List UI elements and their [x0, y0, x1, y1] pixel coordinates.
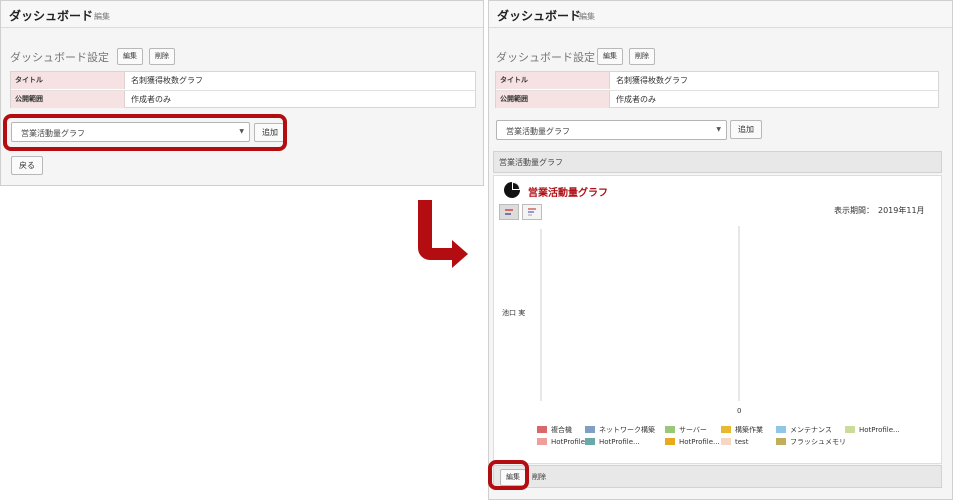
left-header-edit-label: 編集	[94, 12, 110, 21]
legend-swatch	[537, 438, 547, 445]
legend-swatch	[845, 426, 855, 433]
legend-swatch	[537, 426, 547, 433]
select-value: 営業活動量グラフ	[506, 127, 570, 136]
legend-swatch	[585, 438, 595, 445]
table-row: タイトル 名刺獲得枚数グラフ	[11, 72, 475, 89]
left-delete-button[interactable]: 削除	[149, 48, 175, 65]
legend-label: サーバー	[679, 426, 707, 434]
legend-swatch	[721, 426, 731, 433]
x-tick-label: 0	[737, 407, 741, 415]
chevron-down-icon: ▼	[716, 126, 721, 133]
left-panel-header: ダッシュボード 編集	[1, 1, 483, 28]
chart-area: 営業活動量グラフ 表示期間： 2019年11月 池口 実 0 複合機 ネットワーク構築…	[493, 175, 942, 464]
legend-swatch	[585, 426, 595, 433]
widget-footer: 編集 削除	[493, 465, 942, 488]
left-settings-table: タイトル 名刺獲得枚数グラフ 公開範囲 作成者のみ	[10, 71, 476, 108]
legend-swatch	[665, 426, 675, 433]
left-edit-button[interactable]: 編集	[117, 48, 143, 65]
legend-swatch	[721, 438, 731, 445]
left-section-title: ダッシュボード設定	[10, 51, 109, 64]
back-button[interactable]: 戻る	[11, 156, 43, 175]
category-label: 池口 実	[502, 308, 525, 317]
row-label: タイトル	[11, 72, 125, 89]
right-add-button[interactable]: 追加	[730, 120, 762, 139]
row-label: 公開範囲	[496, 91, 610, 108]
legend-label: test	[735, 438, 749, 446]
legend-swatch	[665, 438, 675, 445]
row-value: 作成者のみ	[131, 95, 171, 104]
table-row: タイトル 名刺獲得枚数グラフ	[496, 72, 938, 89]
widget-delete-button[interactable]: 削除	[526, 469, 552, 486]
right-header-edit-label: 編集	[579, 12, 595, 21]
legend-swatch	[776, 426, 786, 433]
right-section-title: ダッシュボード設定	[496, 51, 595, 64]
right-settings-table: タイトル 名刺獲得枚数グラフ 公開範囲 作成者のみ	[495, 71, 939, 108]
right-panel-header: ダッシュボード 編集	[489, 1, 952, 28]
row-label: 公開範囲	[11, 91, 125, 108]
legend-label: ネットワーク構築	[599, 425, 655, 434]
right-delete-button[interactable]: 削除	[629, 48, 655, 65]
legend-swatch	[776, 438, 786, 445]
legend-label: HotProfile...	[859, 426, 900, 434]
table-row: 公開範囲 作成者のみ	[11, 90, 475, 108]
right-edit-button[interactable]: 編集	[597, 48, 623, 65]
widget-card-header: 営業活動量グラフ	[493, 151, 942, 173]
bar-chart: 池口 実 0 複合機 ネットワーク構築 サーバー 構築作業 メンテナンス HotProfile…	[502, 226, 900, 446]
row-value: 名刺獲得枚数グラフ	[616, 76, 688, 85]
row-value: 作成者のみ	[616, 95, 656, 104]
left-header-title: ダッシュボード	[9, 9, 94, 23]
legend-label: フラッシュメモリ	[790, 438, 846, 446]
legend-label: 複合機	[551, 425, 572, 434]
highlight-footer-edit	[488, 460, 529, 490]
row-value: 名刺獲得枚数グラフ	[131, 76, 203, 85]
left-dashboard-panel: ダッシュボード 編集 ダッシュボード設定 編集 削除 タイトル 名刺獲得枚数グラ…	[0, 0, 484, 186]
legend-label: 構築作業	[735, 425, 763, 434]
highlight-select-add	[3, 114, 287, 151]
right-header-title: ダッシュボード	[497, 9, 582, 23]
legend-label: HotProfile...	[679, 438, 720, 446]
right-widget-select[interactable]: 営業活動量グラフ ▼	[496, 120, 727, 140]
legend-label: メンテナンス	[790, 426, 832, 434]
row-label: タイトル	[496, 72, 610, 89]
widget-card-title: 営業活動量グラフ	[499, 158, 563, 167]
legend-label: HotProfile...	[599, 438, 640, 446]
table-row: 公開範囲 作成者のみ	[496, 90, 938, 108]
